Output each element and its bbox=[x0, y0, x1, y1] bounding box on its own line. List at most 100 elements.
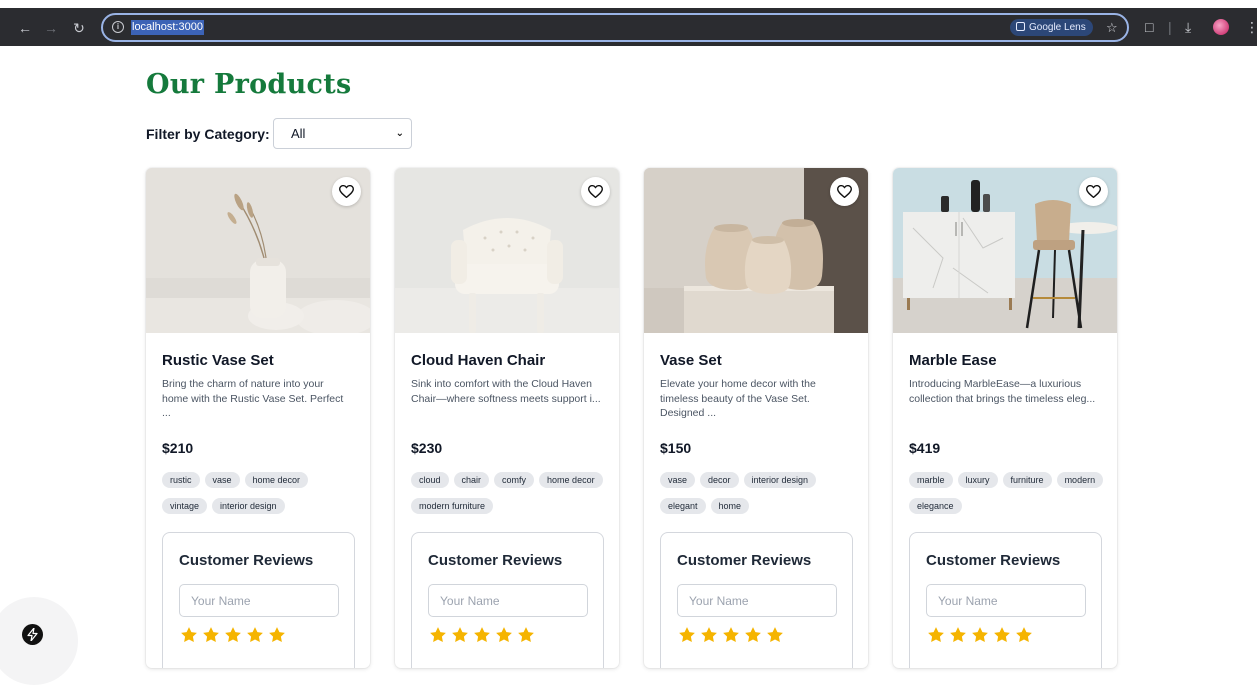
tag: chair bbox=[453, 472, 490, 488]
star-icon[interactable] bbox=[451, 626, 469, 644]
bookmark-star-icon[interactable]: ☆ bbox=[1106, 19, 1118, 36]
tag: home bbox=[710, 498, 750, 514]
star-icon[interactable] bbox=[1015, 626, 1033, 644]
google-lens-label: Google Lens bbox=[1029, 22, 1086, 33]
lightning-icon bbox=[27, 628, 38, 641]
customer-reviews-panel: Customer Reviews bbox=[162, 532, 355, 668]
filter-label: Filter by Category: bbox=[146, 126, 270, 142]
star-icon[interactable] bbox=[678, 626, 696, 644]
star-icon[interactable] bbox=[202, 626, 220, 644]
star-icon[interactable] bbox=[971, 626, 989, 644]
star-icon[interactable] bbox=[744, 626, 762, 644]
category-select[interactable]: All ⌄ bbox=[273, 118, 412, 149]
tag: comfy bbox=[494, 472, 535, 488]
tag: modern bbox=[1056, 472, 1104, 488]
reviewer-name-input[interactable] bbox=[428, 584, 588, 617]
product-price: $230 bbox=[411, 440, 443, 456]
star-icon[interactable] bbox=[993, 626, 1011, 644]
customer-reviews-panel: Customer Reviews bbox=[411, 532, 604, 668]
heart-outline-icon bbox=[1086, 185, 1101, 198]
product-name: Marble Ease bbox=[909, 352, 997, 369]
star-icon[interactable] bbox=[473, 626, 491, 644]
reviews-title: Customer Reviews bbox=[179, 552, 314, 569]
tag: elegant bbox=[660, 498, 706, 514]
product-name: Vase Set bbox=[660, 352, 722, 369]
product-card: Cloud Haven Chair Sink into comfort with… bbox=[395, 168, 619, 668]
product-name: Rustic Vase Set bbox=[162, 352, 274, 369]
tag: vase bbox=[204, 472, 240, 488]
star-rating[interactable] bbox=[180, 626, 290, 644]
tag: furniture bbox=[1002, 472, 1052, 488]
star-icon[interactable] bbox=[268, 626, 286, 644]
back-arrow-icon[interactable]: ← bbox=[16, 19, 34, 37]
star-icon[interactable] bbox=[722, 626, 740, 644]
product-description: Elevate your home decor with the timeles… bbox=[660, 378, 816, 419]
star-rating[interactable] bbox=[429, 626, 539, 644]
product-description: Bring the charm of nature into your home… bbox=[162, 378, 344, 419]
forward-arrow-icon[interactable]: → bbox=[42, 19, 60, 37]
favorite-button[interactable] bbox=[332, 177, 361, 206]
tag: elegance bbox=[909, 498, 962, 514]
tag-list: vase decor interior design elegant home bbox=[660, 470, 860, 522]
reviewer-name-input[interactable] bbox=[926, 584, 1086, 617]
heart-outline-icon bbox=[837, 185, 852, 198]
tag: decor bbox=[700, 472, 739, 488]
site-info-icon[interactable]: i bbox=[112, 21, 124, 33]
tag: home decor bbox=[539, 472, 603, 488]
favorite-button[interactable] bbox=[1079, 177, 1108, 206]
heart-outline-icon bbox=[339, 185, 354, 198]
chevron-down-icon: ⌄ bbox=[395, 128, 404, 139]
star-icon[interactable] bbox=[700, 626, 718, 644]
product-card: Rustic Vase Set Bring the charm of natur… bbox=[146, 168, 370, 668]
url-text[interactable]: localhost:3000 bbox=[131, 20, 204, 35]
tag: interior design bbox=[743, 472, 817, 488]
tag: vase bbox=[660, 472, 696, 488]
tag: home decor bbox=[244, 472, 309, 488]
product-price: $419 bbox=[909, 440, 941, 456]
reviews-title: Customer Reviews bbox=[428, 552, 563, 569]
tag-list: cloud chair comfy home decor modern furnitur… bbox=[411, 470, 611, 522]
tag: interior design bbox=[212, 498, 285, 514]
product-price: $210 bbox=[162, 440, 194, 456]
star-rating[interactable] bbox=[927, 626, 1037, 644]
product-description: Sink into comfort with the Cloud Haven C… bbox=[411, 378, 601, 405]
tag: cloud bbox=[411, 472, 449, 488]
tag-list: rustic vase home decor vintage interior desi… bbox=[162, 470, 362, 522]
star-icon[interactable] bbox=[429, 626, 447, 644]
google-lens-button[interactable]: Google Lens bbox=[1010, 19, 1093, 36]
star-icon[interactable] bbox=[766, 626, 784, 644]
heart-outline-icon bbox=[588, 185, 603, 198]
star-icon[interactable] bbox=[495, 626, 513, 644]
product-card: Marble Ease Introducing MarbleEase—a lux… bbox=[893, 168, 1117, 668]
menu-kebab-icon[interactable]: ⋮ bbox=[1245, 18, 1257, 36]
lens-icon bbox=[1016, 22, 1025, 31]
product-name: Cloud Haven Chair bbox=[411, 352, 546, 369]
downloads-icon[interactable]: ⤓ bbox=[1185, 18, 1191, 36]
tag-list: marble luxury furniture modern elegance bbox=[909, 470, 1109, 522]
tag: marble bbox=[909, 472, 953, 488]
favorite-button[interactable] bbox=[581, 177, 610, 206]
page-title: Our Products bbox=[146, 69, 352, 100]
star-rating[interactable] bbox=[678, 626, 788, 644]
product-price: $150 bbox=[660, 440, 692, 456]
star-icon[interactable] bbox=[180, 626, 198, 644]
category-select-value: All bbox=[291, 126, 306, 141]
address-bar[interactable]: i localhost:3000 Google Lens ☆ bbox=[101, 13, 1129, 42]
reload-icon[interactable]: ↻ bbox=[70, 19, 88, 37]
reviewer-name-input[interactable] bbox=[677, 584, 837, 617]
reviews-title: Customer Reviews bbox=[677, 552, 812, 569]
customer-reviews-panel: Customer Reviews bbox=[660, 532, 853, 668]
tag: rustic bbox=[162, 472, 200, 488]
product-card: Vase Set Elevate your home decor with th… bbox=[644, 168, 868, 668]
dev-tools-button[interactable] bbox=[22, 624, 43, 645]
star-icon[interactable] bbox=[949, 626, 967, 644]
star-icon[interactable] bbox=[224, 626, 242, 644]
star-icon[interactable] bbox=[927, 626, 945, 644]
star-icon[interactable] bbox=[246, 626, 264, 644]
extensions-icon[interactable]: □ bbox=[1145, 18, 1153, 36]
star-icon[interactable] bbox=[517, 626, 535, 644]
tag: vintage bbox=[162, 498, 208, 514]
favorite-button[interactable] bbox=[830, 177, 859, 206]
reviewer-name-input[interactable] bbox=[179, 584, 339, 617]
profile-avatar[interactable] bbox=[1213, 19, 1229, 35]
